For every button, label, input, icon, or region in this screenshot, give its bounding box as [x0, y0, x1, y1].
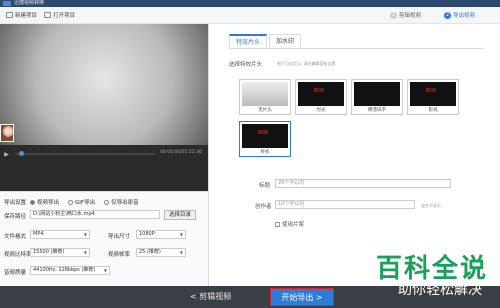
player-controls: ▶ ■ 00:00:00/01:52:36: [0, 145, 208, 191]
box-logo: BOX: [258, 130, 269, 136]
radio-video-export[interactable]: 视频导出: [30, 198, 59, 206]
video-bitrate-select[interactable]: 15500 (推荐) ▼: [30, 248, 90, 257]
title-label: 标题: [259, 183, 271, 189]
title-bar: 迅捷视频转换: [0, 0, 500, 7]
tab-intro-effects[interactable]: 特效片头: [229, 34, 268, 48]
step-edit-video[interactable]: 1 剪辑视频: [390, 11, 421, 19]
resolution-label: 导出尺寸: [108, 234, 131, 240]
use-outro-checkbox[interactable]: 使用片尾: [275, 220, 304, 228]
box-logo: BOX: [314, 88, 325, 94]
export-type-options: 视频导出 GIF导出 仅导出原音: [30, 198, 139, 206]
save-path-label: 保存路径: [4, 214, 27, 220]
resolution-select[interactable]: 1080P ▼: [136, 230, 186, 239]
folder-icon: [44, 12, 51, 18]
tab-watermark[interactable]: 加水印: [269, 34, 302, 48]
chevron-down-icon: ▼: [179, 232, 183, 237]
author-input[interactable]: 10个字以内: [275, 200, 415, 209]
box-logo: BOX: [426, 88, 437, 94]
timecode: 00:00:00/01:52:36: [160, 150, 202, 155]
format-select[interactable]: MP4 ▼: [30, 230, 90, 239]
effect-card-time[interactable]: BOX 时光: [295, 79, 347, 115]
browse-button[interactable]: 选择目录: [164, 210, 196, 220]
chevron-down-icon: ▼: [179, 250, 183, 255]
effect-card-text[interactable]: 腾漂白字: [351, 79, 403, 115]
progress-handle[interactable]: [19, 151, 24, 156]
audio-quality-label: 音频质量: [4, 270, 27, 276]
open-project-button[interactable]: 打开项目: [44, 11, 75, 19]
toolbar: 新建项目 打开项目 1 剪辑视频 2 导出视频: [0, 7, 500, 24]
play-icon[interactable]: ▶: [3, 151, 10, 158]
choose-effect-hint: 图片可自定义, 请在编辑面板设置: [277, 61, 336, 66]
author-hint: 留空不显示: [421, 203, 441, 208]
right-tabs: 特效片头 加水印: [229, 34, 303, 48]
format-label: 文件格式: [4, 234, 27, 240]
chevron-down-icon: ▼: [83, 250, 87, 255]
author-label: 创作者: [255, 204, 272, 210]
left-panel: ▶ ■ 00:00:00/01:52:36 导出设置 视频导出 GIF导出 仅导…: [0, 24, 208, 308]
effect-card-none[interactable]: 无片头: [239, 79, 291, 115]
framerate-label: 视频帧率: [108, 252, 131, 258]
export-settings-label: 导出设置: [4, 200, 27, 206]
save-path-input[interactable]: D:\网站小粉主\两口水.mp4: [30, 210, 160, 219]
radio-gif-export[interactable]: GIF导出: [68, 198, 95, 206]
app-logo: [3, 1, 11, 6]
chevron-down-icon: ▼: [83, 232, 87, 237]
choose-effect-label: 选择特效片头: [229, 62, 263, 68]
radio-audio-export[interactable]: 仅导出原音: [104, 198, 139, 206]
framerate-select[interactable]: 25 (推荐) ▼: [136, 248, 186, 257]
watermark-subtitle: 助你轻松解决: [398, 282, 482, 298]
new-project-icon: [6, 12, 13, 18]
right-panel: 特效片头 加水印 选择特效片头 图片可自定义, 请在编辑面板设置 无片头 BOX…: [208, 24, 500, 286]
photo-thumbnail: [0, 124, 14, 142]
progress-bar[interactable]: [15, 151, 155, 156]
chevron-down-icon: ▼: [103, 268, 107, 273]
new-project-button[interactable]: 新建项目: [6, 11, 37, 19]
app-title: 迅捷视频转换: [14, 0, 45, 6]
video-bitrate-label: 视频比特率: [4, 252, 32, 258]
audio-quality-select[interactable]: 44100Hz, 128kbps (推荐) ▼: [30, 266, 110, 275]
step-export-video[interactable]: 2 导出视频: [444, 11, 475, 19]
start-export-button[interactable]: 开始导出 >: [270, 288, 334, 306]
video-preview: [0, 24, 208, 145]
tab-divider: [229, 48, 484, 49]
effect-card-selected[interactable]: BOX 移机: [239, 121, 291, 157]
watermark: 百科全说 助你轻松解决: [372, 248, 498, 308]
effect-card-film[interactable]: BOX 影视: [407, 79, 459, 115]
back-to-edit-button[interactable]: < 剪辑视频: [186, 290, 235, 304]
title-input[interactable]: 20个字以内: [275, 179, 451, 188]
